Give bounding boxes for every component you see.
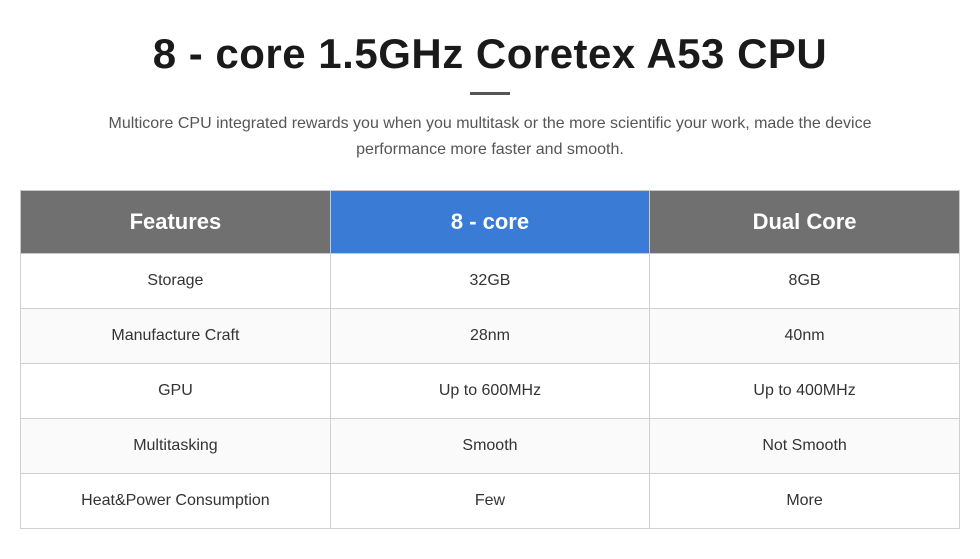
- td-dualcore: 8GB: [650, 254, 960, 309]
- table-row: Heat&Power ConsumptionFewMore: [21, 474, 960, 529]
- td-8core: 28nm: [330, 309, 649, 364]
- td-feature: Multitasking: [21, 419, 331, 474]
- td-8core: Up to 600MHz: [330, 364, 649, 419]
- td-feature: GPU: [21, 364, 331, 419]
- th-8core: 8 - core: [330, 191, 649, 254]
- page-title: 8 - core 1.5GHz Coretex A53 CPU: [153, 30, 828, 78]
- td-feature: Storage: [21, 254, 331, 309]
- td-feature: Heat&Power Consumption: [21, 474, 331, 529]
- table-header-row: Features 8 - core Dual Core: [21, 191, 960, 254]
- th-dualcore: Dual Core: [650, 191, 960, 254]
- td-dualcore: Not Smooth: [650, 419, 960, 474]
- table-row: GPUUp to 600MHzUp to 400MHz: [21, 364, 960, 419]
- title-divider: [470, 92, 510, 95]
- td-dualcore: 40nm: [650, 309, 960, 364]
- table-row: Manufacture Craft28nm40nm: [21, 309, 960, 364]
- td-8core: Few: [330, 474, 649, 529]
- td-8core: Smooth: [330, 419, 649, 474]
- subtitle: Multicore CPU integrated rewards you whe…: [90, 111, 890, 162]
- td-dualcore: More: [650, 474, 960, 529]
- comparison-table: Features 8 - core Dual Core Storage32GB8…: [20, 190, 960, 529]
- td-dualcore: Up to 400MHz: [650, 364, 960, 419]
- th-features: Features: [21, 191, 331, 254]
- table-row: MultitaskingSmoothNot Smooth: [21, 419, 960, 474]
- table-row: Storage32GB8GB: [21, 254, 960, 309]
- td-8core: 32GB: [330, 254, 649, 309]
- td-feature: Manufacture Craft: [21, 309, 331, 364]
